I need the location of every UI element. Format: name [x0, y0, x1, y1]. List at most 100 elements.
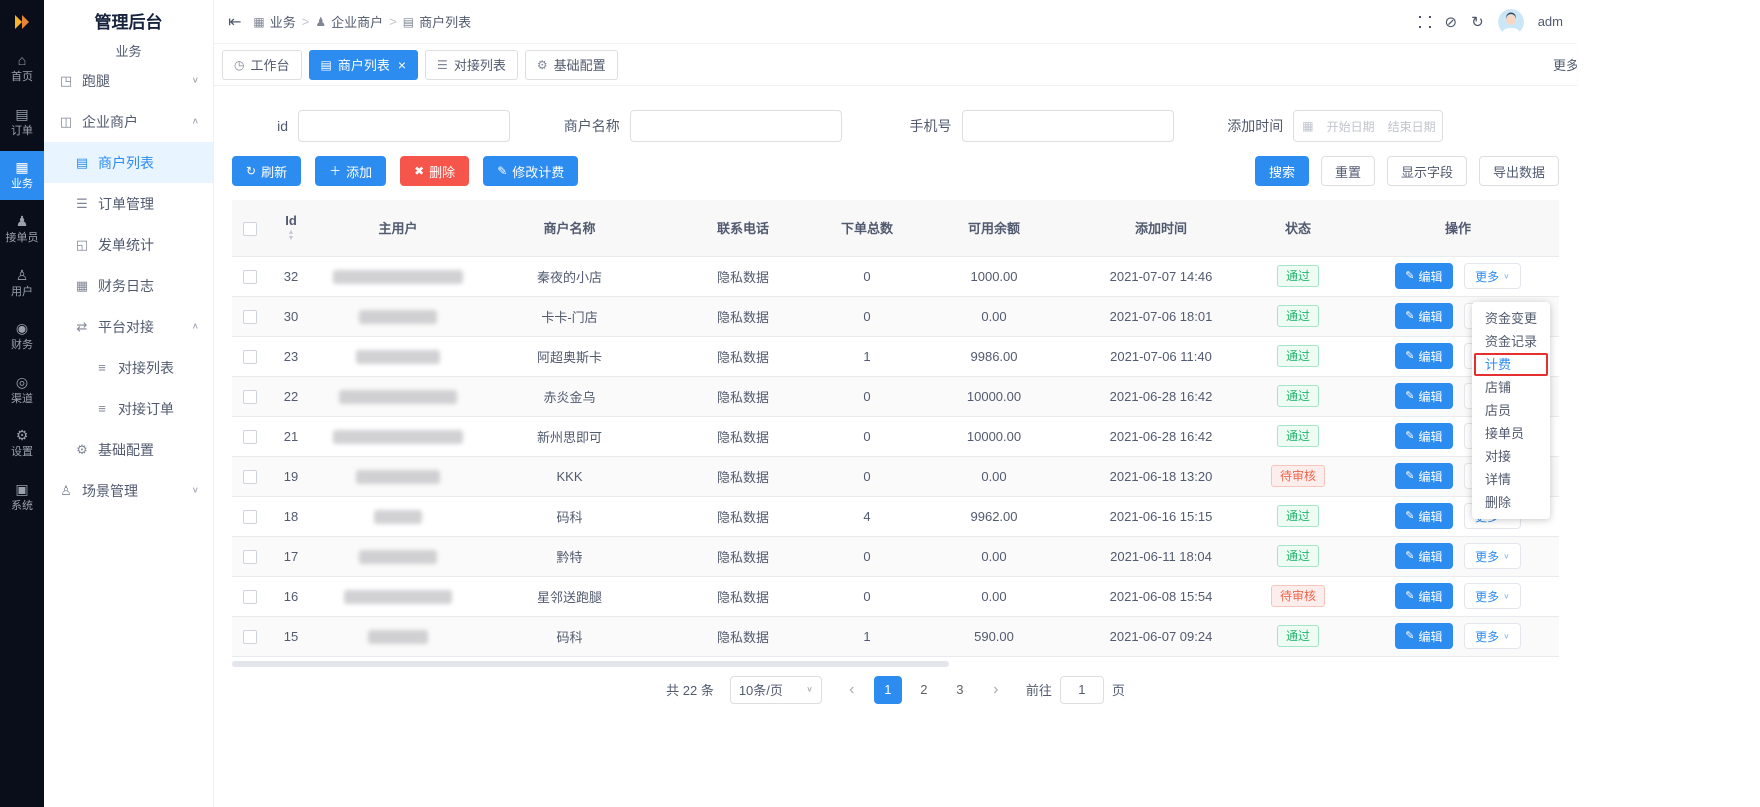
row-checkbox[interactable] [243, 630, 257, 644]
sidebar-item-merchant-list[interactable]: ▤ 商户列表 [44, 142, 213, 183]
refresh-button[interactable]: ↻ 刷新 [232, 156, 301, 186]
dropdown-item-shop[interactable]: 店铺 [1472, 376, 1550, 399]
row-checkbox[interactable] [243, 510, 257, 524]
page-button-1[interactable]: 1 [874, 676, 902, 704]
sidebar-item-scene-management[interactable]: ♙ 场景管理 ∨ [44, 470, 213, 511]
add-button[interactable]: ＋ 添加 [315, 156, 386, 186]
status-badge: 通过 [1277, 265, 1319, 287]
page-button-3[interactable]: 3 [946, 676, 974, 704]
breadcrumb-item-enterprise-merchant[interactable]: ♟ 企业商户 [315, 12, 383, 31]
rail-item-system[interactable]: ▣ 系统 [0, 473, 44, 522]
more-button[interactable]: 更多 ∨ [1464, 623, 1521, 649]
dropdown-item-funds-change[interactable]: 资金变更 [1472, 307, 1550, 330]
sidebar-item-connect-orders[interactable]: ≡ 对接订单 [44, 388, 213, 429]
tab-connect-list[interactable]: ☰ 对接列表 [425, 50, 518, 80]
search-button[interactable]: 搜索 [1255, 156, 1309, 186]
edit-button[interactable]: ✎ 编辑 [1395, 463, 1452, 489]
collapse-sidebar-icon[interactable]: ⇤ [228, 12, 241, 32]
date-range-input[interactable]: ▦ 开始日期 结束日期 [1293, 110, 1443, 142]
show-fields-button[interactable]: 显示字段 [1387, 156, 1467, 186]
merchant-name-input[interactable] [630, 110, 842, 142]
row-checkbox[interactable] [243, 310, 257, 324]
phone-input[interactable] [962, 110, 1174, 142]
sidebar-item-base-config[interactable]: ⚙ 基础配置 [44, 429, 213, 470]
tab-base-config[interactable]: ⚙ 基础配置 [525, 50, 618, 80]
goto-label: 前往 [1026, 680, 1052, 699]
sidebar-item-finance-log[interactable]: ▦ 财务日志 [44, 265, 213, 306]
sidebar-item-label: 订单管理 [98, 194, 154, 214]
row-checkbox[interactable] [243, 350, 257, 364]
breadcrumb-item-merchant-list[interactable]: ▤ 商户列表 [403, 12, 471, 31]
cell-phone: 隐私数据 [657, 256, 829, 296]
edit-button[interactable]: ✎ 编辑 [1395, 303, 1452, 329]
edit-button[interactable]: ✎ 编辑 [1395, 503, 1452, 529]
tab-merchant-list[interactable]: ▤ 商户列表 × [309, 50, 419, 80]
edit-button[interactable]: ✎ 编辑 [1395, 343, 1452, 369]
reset-button[interactable]: 重置 [1321, 156, 1375, 186]
sidebar-item-errand[interactable]: ◳ 跑腿 ∨ [44, 60, 213, 101]
rail-item-home[interactable]: ⌂ 首页 [0, 44, 44, 93]
dropdown-item-delete[interactable]: 删除 [1472, 491, 1550, 514]
edit-button[interactable]: ✎ 编辑 [1395, 263, 1452, 289]
row-checkbox[interactable] [243, 470, 257, 484]
dropdown-item-detail[interactable]: 详情 [1472, 468, 1550, 491]
dropdown-item-connect[interactable]: 对接 [1472, 445, 1550, 468]
id-input[interactable] [298, 110, 510, 142]
refresh-page-icon[interactable]: ↻ [1471, 13, 1484, 31]
column-header-merchant-name: 商户名称 [482, 200, 657, 256]
select-all-checkbox[interactable] [243, 222, 257, 236]
close-tab-icon[interactable]: × [398, 58, 406, 72]
edit-button[interactable]: ✎ 编辑 [1395, 583, 1452, 609]
page-size-select[interactable]: 10条/页 ∨ [730, 676, 822, 704]
next-page-button[interactable]: › [982, 676, 1010, 704]
theme-toggle-icon[interactable]: ⊘ [1445, 13, 1458, 31]
rail-item-orders[interactable]: ▤ 订单 [0, 98, 44, 147]
rail-item-finance[interactable]: ◉ 财务 [0, 312, 44, 361]
prev-page-button[interactable]: ‹ [838, 676, 866, 704]
more-button[interactable]: 更多 ∨ [1464, 543, 1521, 569]
app-logo[interactable] [0, 0, 44, 44]
sidebar-item-order-management[interactable]: ☰ 订单管理 [44, 183, 213, 224]
rail-item-users[interactable]: ♙ 用户 [0, 259, 44, 308]
more-button[interactable]: 更多 ∨ [1464, 263, 1521, 289]
fullscreen-icon[interactable] [1419, 16, 1431, 28]
goto-page-input[interactable] [1060, 676, 1104, 704]
dropdown-item-staff[interactable]: 店员 [1472, 399, 1550, 422]
modify-billing-button[interactable]: ✎ 修改计费 [483, 156, 578, 186]
edit-button[interactable]: ✎ 编辑 [1395, 623, 1452, 649]
rail-item-channels[interactable]: ◎ 渠道 [0, 366, 44, 415]
dropdown-item-courier[interactable]: 接单员 [1472, 422, 1550, 445]
cell-balance: 9986.00 [905, 336, 1083, 376]
row-checkbox[interactable] [243, 390, 257, 404]
sidebar-item-enterprise-merchant[interactable]: ◫ 企业商户 ∧ [44, 101, 213, 142]
row-checkbox[interactable] [243, 590, 257, 604]
row-checkbox[interactable] [243, 550, 257, 564]
avatar[interactable] [1498, 9, 1524, 35]
edit-button[interactable]: ✎ 编辑 [1395, 423, 1452, 449]
tabs-more-button[interactable]: 更多 [1553, 55, 1577, 74]
rail-item-settings[interactable]: ⚙ 设置 [0, 419, 44, 468]
row-checkbox[interactable] [243, 430, 257, 444]
edit-button[interactable]: ✎ 编辑 [1395, 543, 1452, 569]
export-data-button[interactable]: 导出数据 [1479, 156, 1559, 186]
scrollbar-thumb[interactable] [232, 661, 949, 667]
sidebar-item-platform-connect[interactable]: ⇄ 平台对接 ∧ [44, 306, 213, 347]
rail-item-business[interactable]: ▦ 业务 [0, 151, 44, 200]
breadcrumb-item-business[interactable]: ▦ 业务 [253, 12, 295, 31]
horizontal-scrollbar[interactable] [232, 660, 1559, 668]
sidebar-item-connect-list[interactable]: ≡ 对接列表 [44, 347, 213, 388]
sidebar-item-dispatch-stats[interactable]: ◱ 发单统计 [44, 224, 213, 265]
dropdown-item-funds-record[interactable]: 资金记录 [1472, 330, 1550, 353]
edit-button[interactable]: ✎ 编辑 [1395, 383, 1452, 409]
table-row: 21 新州思即可 隐私数据 0 10000.00 2021-06-28 16:4… [232, 416, 1559, 456]
tab-workbench[interactable]: ◷ 工作台 [222, 50, 302, 80]
row-checkbox[interactable] [243, 270, 257, 284]
more-button[interactable]: 更多 ∨ [1464, 583, 1521, 609]
rail-item-couriers[interactable]: ♟ 接单员 [0, 205, 44, 254]
delete-button[interactable]: ✖ 删除 [400, 156, 469, 186]
sort-icon[interactable]: ▲ ▼ [288, 230, 295, 242]
config-gear-icon: ⚙ [74, 442, 90, 458]
dropdown-item-billing[interactable]: 计费 [1474, 353, 1548, 376]
page-button-2[interactable]: 2 [910, 676, 938, 704]
breadcrumb-label: 企业商户 [331, 12, 383, 31]
